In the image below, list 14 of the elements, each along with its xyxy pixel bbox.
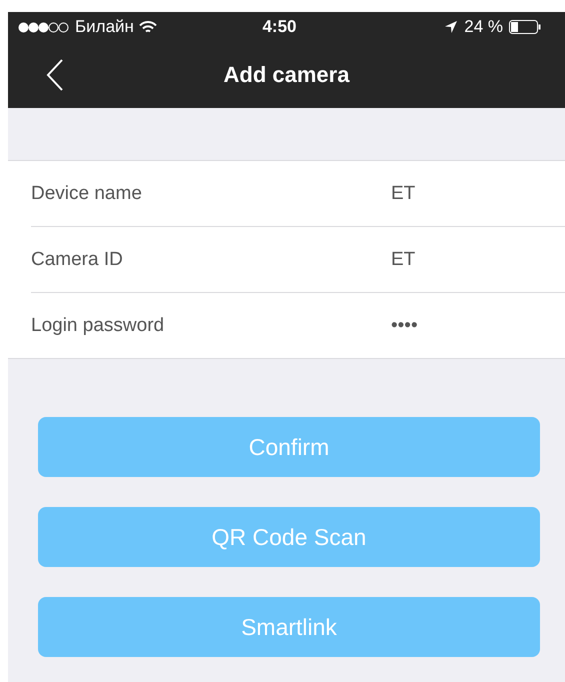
field-label: Login password: [31, 314, 166, 336]
battery-percent: 24 %: [464, 17, 503, 37]
battery-icon: [508, 20, 541, 34]
field-value[interactable]: ET: [391, 248, 416, 270]
field-value[interactable]: ••••: [391, 314, 418, 336]
field-label: Device name: [31, 182, 143, 204]
field-value[interactable]: ET: [391, 182, 416, 204]
location-arrow-icon: [444, 20, 458, 34]
signal-icon: [18, 22, 70, 32]
wifi-icon: [138, 20, 157, 34]
screen-title: Add camera: [224, 62, 350, 88]
carrier-name: Билайн: [75, 17, 134, 37]
status-time: 4:50: [261, 17, 298, 37]
field-label: Camera ID: [31, 248, 124, 270]
